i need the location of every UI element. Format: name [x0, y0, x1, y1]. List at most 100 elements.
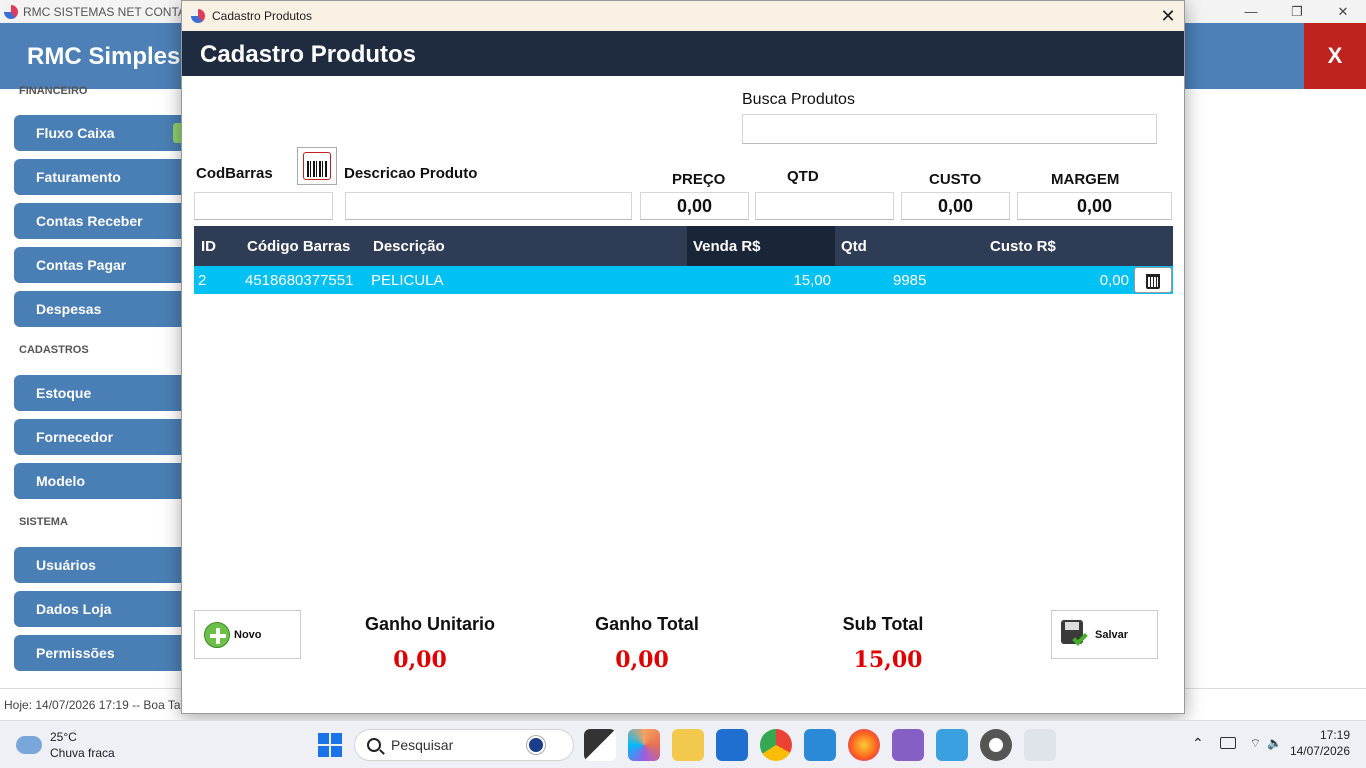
- sidebar-item-usuarios[interactable]: Usuários: [14, 547, 189, 583]
- novo-button[interactable]: Novo: [194, 610, 301, 659]
- barcode-icon: [303, 152, 331, 180]
- grid-header: ID Código Barras Descrição Venda R$ Qtd …: [194, 226, 1173, 266]
- sidebar-item-dados-loja[interactable]: Dados Loja: [14, 591, 189, 627]
- sidebar-item-label: Dados Loja: [36, 601, 112, 617]
- vscode-icon[interactable]: [804, 729, 836, 761]
- sidebar-item-label: Estoque: [36, 385, 92, 401]
- volume-icon[interactable]: 🔈: [1267, 736, 1282, 750]
- add-icon: [204, 621, 230, 648]
- start-button[interactable]: [318, 733, 342, 757]
- rmc-app-taskbar-icon[interactable]: [1024, 729, 1056, 761]
- clock-time: 17:19: [1319, 728, 1350, 742]
- sub-total-value: 15,00: [853, 647, 923, 673]
- column-header-venda[interactable]: Venda R$: [693, 238, 761, 255]
- sidebar-item-label: Faturamento: [36, 169, 121, 185]
- sidebar-item-contas-receber[interactable]: Contas Receber: [14, 203, 189, 239]
- main-window-title: RMC SISTEMAS NET CONTATO: [23, 4, 202, 19]
- salvar-button-label: Salvar: [1095, 628, 1129, 641]
- file-explorer-icon[interactable]: [672, 729, 704, 761]
- sidebar-item-contas-pagar[interactable]: Contas Pagar: [14, 247, 189, 283]
- taskbar-apps: [584, 729, 1068, 761]
- descricao-label: Descricao Produto: [344, 165, 478, 182]
- sidebar-item-label: Usuários: [36, 557, 96, 573]
- dialog-close-button[interactable]: ✕: [1152, 1, 1184, 31]
- search-highlight-icon: [527, 736, 545, 754]
- firefox-icon[interactable]: [848, 729, 880, 761]
- barcode-generate-button[interactable]: [297, 147, 337, 185]
- sidebar-item-estoque[interactable]: Estoque: [14, 375, 189, 411]
- dialog-titlebar: Cadastro Produtos ✕: [182, 1, 1184, 31]
- search-products-input[interactable]: [742, 114, 1157, 144]
- sidebar-item-label: Contas Pagar: [36, 257, 127, 273]
- preco-label: PREÇO: [672, 171, 726, 188]
- sidebar-item-label: Permissões: [36, 645, 115, 661]
- search-label: Busca Produtos: [742, 91, 855, 108]
- column-header-descricao[interactable]: Descrição: [373, 238, 445, 255]
- store-icon[interactable]: [716, 729, 748, 761]
- settings-gear-icon[interactable]: [980, 729, 1012, 761]
- close-window-button[interactable]: ✕: [1320, 0, 1366, 23]
- sidebar-item-fluxo-caixa[interactable]: Fluxo Caixa: [14, 115, 189, 151]
- app-close-button[interactable]: X: [1304, 23, 1366, 89]
- sidebar-item-fornecedor[interactable]: Fornecedor: [14, 419, 189, 455]
- keyboard-icon[interactable]: [1219, 737, 1236, 749]
- sidebar-item-label: Contas Receber: [36, 213, 143, 229]
- sidebar-item-label: Modelo: [36, 473, 85, 489]
- sidebar-item-faturamento[interactable]: Faturamento: [14, 159, 189, 195]
- cell-custo: 0,00: [1099, 272, 1129, 289]
- sidebar-item-label: Despesas: [36, 301, 102, 317]
- chrome-icon[interactable]: [760, 729, 792, 761]
- chevron-up-icon[interactable]: ⌃: [1192, 735, 1204, 752]
- sidebar-item-despesas[interactable]: Despesas: [14, 291, 189, 327]
- column-header-qtd[interactable]: Qtd: [841, 238, 867, 255]
- notepad-icon[interactable]: [936, 729, 968, 761]
- custo-input[interactable]: 0,00: [901, 192, 1010, 220]
- dialog-header: Cadastro Produtos: [182, 31, 1184, 76]
- clock[interactable]: 17:19 14/07/2026: [1290, 727, 1350, 759]
- sidebar-item-permissoes[interactable]: Permissões: [14, 635, 189, 671]
- delete-row-button[interactable]: [1134, 267, 1172, 293]
- products-grid: ID Código Barras Descrição Venda R$ Qtd …: [194, 226, 1173, 588]
- minimize-button[interactable]: —: [1228, 0, 1274, 23]
- cell-qtd: 9985: [893, 272, 927, 289]
- codbarras-input[interactable]: [194, 192, 333, 220]
- app-name: RMC Simples: [27, 43, 181, 70]
- rain-cloud-icon: [16, 736, 42, 754]
- sidebar-item-label: Fluxo Caixa: [36, 125, 115, 141]
- table-row[interactable]: 2 4518680377551 PELICULA 15,00 9985 0,00: [194, 266, 1173, 294]
- novo-button-label: Novo: [234, 628, 262, 641]
- salvar-button[interactable]: Salvar: [1051, 610, 1158, 659]
- ganho-unitario-value: 0,00: [393, 647, 447, 673]
- taskbar-search[interactable]: Pesquisar: [354, 729, 574, 761]
- app-logo-icon: [4, 4, 18, 19]
- qtd-input[interactable]: [755, 192, 894, 220]
- descricao-input[interactable]: [345, 192, 632, 220]
- column-header-codigo-barras[interactable]: Código Barras: [247, 238, 350, 255]
- cadastro-produtos-dialog: Cadastro Produtos ✕ Cadastro Produtos Bu…: [181, 0, 1185, 714]
- wifi-icon[interactable]: ⌔: [1250, 736, 1261, 751]
- search-icon: [367, 738, 381, 752]
- save-icon: [1061, 619, 1089, 650]
- column-header-id[interactable]: ID: [201, 238, 216, 255]
- ganho-unitario-label: Ganho Unitario: [365, 614, 495, 634]
- preco-input[interactable]: 0,00: [640, 192, 749, 220]
- sub-total-label: Sub Total: [842, 614, 924, 634]
- qtd-label: QTD: [787, 168, 819, 185]
- status-text: Hoje: 14/07/2026 17:19 -- Boa Ta: [4, 698, 181, 712]
- sidebar-item-label: Fornecedor: [36, 429, 114, 445]
- main-window-controls: — ❐ ✕: [1228, 0, 1366, 23]
- weather-widget[interactable]: 25°C Chuva fraca: [16, 729, 115, 761]
- margem-label: MARGEM: [1051, 171, 1120, 188]
- visual-studio-icon[interactable]: [892, 729, 924, 761]
- task-view-icon[interactable]: [584, 729, 616, 761]
- custo-label: CUSTO: [929, 171, 982, 188]
- maximize-button[interactable]: ❐: [1274, 0, 1320, 23]
- column-header-custo[interactable]: Custo R$: [990, 238, 1056, 255]
- copilot-icon[interactable]: [628, 729, 660, 761]
- cell-codigo-barras: 4518680377551: [245, 272, 354, 289]
- sidebar-item-modelo[interactable]: Modelo: [14, 463, 189, 499]
- ganho-total-value: 0,00: [615, 647, 669, 673]
- margem-input[interactable]: 0,00: [1017, 192, 1172, 220]
- taskbar: 25°C Chuva fraca Pesquisar ⌃ ⌔ 🔈 17:19 1…: [0, 720, 1366, 768]
- cell-venda: 15,00: [793, 272, 831, 289]
